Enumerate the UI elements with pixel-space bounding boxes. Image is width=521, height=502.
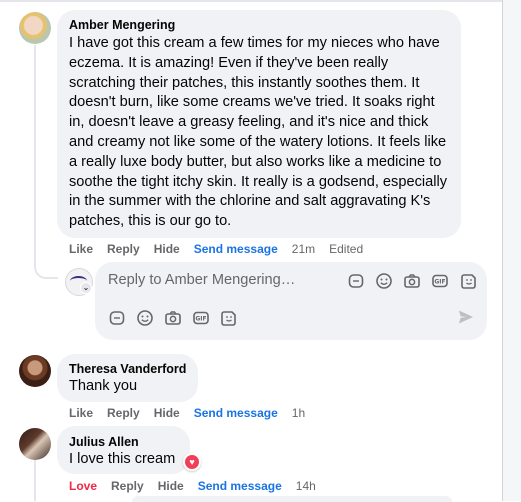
- sticker-icon[interactable]: [108, 309, 126, 327]
- like-button[interactable]: Like: [69, 242, 93, 256]
- send-message-button[interactable]: Send message: [194, 242, 278, 256]
- reaction-badge[interactable]: ♥: [183, 453, 201, 471]
- send-icon[interactable]: [457, 308, 475, 326]
- emoji-icon[interactable]: [375, 272, 393, 290]
- comment-bubble: Julius Allen I love this cream: [57, 426, 190, 474]
- gif-icon[interactable]: GIF: [192, 309, 210, 327]
- hide-button[interactable]: Hide: [154, 406, 180, 420]
- timestamp[interactable]: 1h: [292, 406, 305, 420]
- reply-composer[interactable]: Reply to Amber Mengering… GIF GIF: [95, 262, 487, 340]
- thread-connector: [34, 460, 36, 501]
- love-button[interactable]: Love: [69, 479, 97, 493]
- comment-author[interactable]: Julius Allen: [69, 434, 139, 450]
- avatar[interactable]: [19, 355, 51, 387]
- edited-label[interactable]: Edited: [329, 242, 363, 256]
- comment-bubble: Theresa Vanderford Thank you: [57, 354, 198, 402]
- comment-text: I have got this cream a few times for my…: [69, 35, 448, 230]
- reply-button[interactable]: Reply: [107, 406, 140, 420]
- avatar[interactable]: [19, 12, 51, 44]
- comment-author[interactable]: Theresa Vanderford: [69, 361, 186, 377]
- heart-icon: ♥: [185, 455, 199, 469]
- comment-actions: Like Reply Hide Send message 21m Edited: [69, 242, 377, 256]
- emoji-icon[interactable]: [136, 309, 154, 327]
- comment-actions: Like Reply Hide Send message 1h: [69, 406, 319, 420]
- comment-text: I love this cream: [69, 451, 176, 467]
- comments-panel: Amber Mengering I have got this cream a …: [0, 0, 503, 502]
- reply-button[interactable]: Reply: [107, 242, 140, 256]
- sticker-icon[interactable]: [347, 272, 365, 290]
- avatar-sticker-icon[interactable]: [220, 309, 238, 327]
- comment-text: Thank you: [69, 378, 138, 394]
- chevron-down-icon[interactable]: ⌄: [80, 282, 92, 294]
- camera-icon[interactable]: [403, 272, 421, 290]
- thread-connector: [34, 45, 58, 279]
- svg-text:GIF: GIF: [195, 316, 206, 323]
- comment-author[interactable]: Amber Mengering: [69, 17, 175, 33]
- avatar-sticker-icon[interactable]: [460, 272, 478, 290]
- gif-icon[interactable]: GIF: [431, 272, 449, 290]
- svg-text:GIF: GIF: [434, 279, 445, 286]
- timestamp[interactable]: 14h: [296, 479, 316, 493]
- reply-input[interactable]: Reply to Amber Mengering…: [108, 271, 295, 289]
- timestamp[interactable]: 21m: [292, 242, 315, 256]
- like-button[interactable]: Like: [69, 406, 93, 420]
- avatar[interactable]: [19, 428, 51, 460]
- divider: [0, 0, 502, 2]
- scrollbar[interactable]: [503, 0, 521, 501]
- reply-button[interactable]: Reply: [111, 479, 144, 493]
- comment-bubble: Amber Mengering I have got this cream a …: [57, 10, 461, 238]
- send-message-button[interactable]: Send message: [198, 479, 282, 493]
- hide-button[interactable]: Hide: [154, 242, 180, 256]
- next-reply-box-edge: [132, 496, 452, 502]
- comment-actions: Love Reply Hide Send message 14h: [69, 479, 330, 493]
- send-message-button[interactable]: Send message: [194, 406, 278, 420]
- hide-button[interactable]: Hide: [158, 479, 184, 493]
- camera-icon[interactable]: [164, 309, 182, 327]
